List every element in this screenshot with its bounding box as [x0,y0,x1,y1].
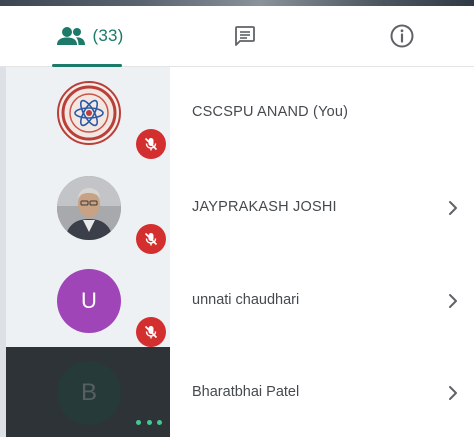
mic-off-icon [144,232,158,246]
participants-panel: (33) CSCSPU ANAND (You) JAYPRAKASH JOSHI… [0,0,474,437]
participant-list: CSCSPU ANAND (You) JAYPRAKASH JOSHI U un… [0,67,474,437]
avatar [57,81,121,145]
avatar: U [57,269,121,333]
dot [146,419,152,425]
tab-bar: (33) [0,6,474,67]
participant-name: Bharatbhai Patel [192,384,300,400]
avatar-initial: U [81,288,97,313]
mic-off-icon [144,137,158,151]
chevron-right-icon[interactable] [446,198,460,218]
user-photo-icon [57,176,121,240]
university-emblem-icon [61,85,117,141]
info-icon [390,24,414,48]
chevron-right-icon[interactable] [446,291,460,311]
chat-icon [235,26,255,46]
participant-name: JAYPRAKASH JOSHI [192,199,337,215]
tab-chat[interactable] [205,6,285,66]
participant-row[interactable]: B Bharatbhai Patel [0,347,474,437]
dot [157,419,162,425]
tab-participants[interactable]: (33) [40,6,140,66]
chevron-right-icon[interactable] [446,383,460,403]
mic-off-badge [136,129,166,159]
participant-name: CSCSPU ANAND (You) [192,104,349,120]
tab-info[interactable] [362,6,442,66]
participant-row[interactable]: CSCSPU ANAND (You) [0,67,474,159]
participant-name: unnati chaudhari [192,292,300,308]
speaking-dots-icon [136,417,162,427]
participant-row[interactable]: U unnati chaudhari [0,255,474,347]
mic-off-icon [144,325,158,339]
avatar-initial: B [80,379,97,406]
dot [136,419,141,425]
participant-row[interactable]: JAYPRAKASH JOSHI [0,162,474,254]
mic-off-badge [136,224,166,254]
mic-off-badge [136,317,166,347]
participant-count: (33) [92,26,124,45]
avatar [57,176,121,240]
people-icon [57,27,86,45]
avatar: B [57,361,121,425]
